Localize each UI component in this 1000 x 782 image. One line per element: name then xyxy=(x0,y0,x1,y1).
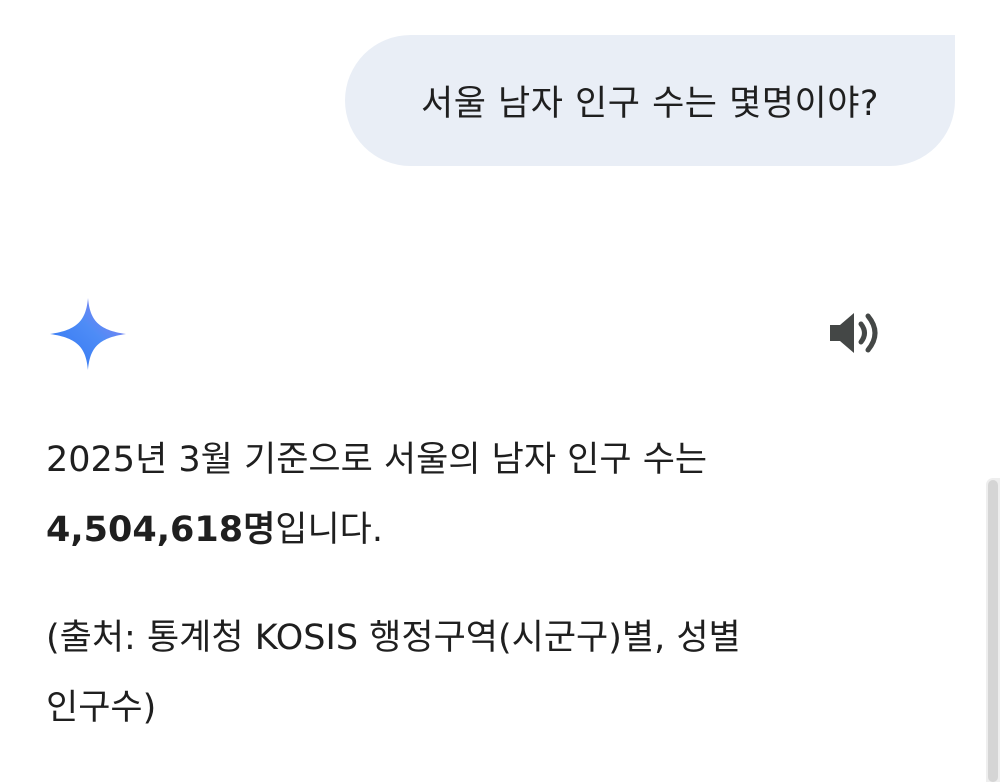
male-population-count: 4,504,618명 xyxy=(46,510,276,550)
scrollbar-thumb[interactable] xyxy=(988,480,998,782)
source-line: (출처: 통계청 KOSIS 행정구역(시군구)별, 성별 xyxy=(46,618,741,658)
source-line-continued: 인구수) xyxy=(46,688,157,728)
assistant-response: 2025년 3월 기준으로 서울의 남자 인구 수는 4,504,618명입니다… xyxy=(46,425,926,743)
gemini-spark-icon xyxy=(50,298,126,370)
user-message-text: 서울 남자 인구 수는 몇명이야? xyxy=(421,84,879,124)
response-count-suffix: 입니다. xyxy=(275,510,383,550)
response-count-line: 4,504,618명입니다. xyxy=(46,495,926,565)
response-line: 2025년 3월 기준으로 서울의 남자 인구 수는 xyxy=(46,440,708,480)
speaker-icon[interactable] xyxy=(828,310,882,356)
user-message-bubble: 서울 남자 인구 수는 몇명이야? xyxy=(345,35,955,166)
